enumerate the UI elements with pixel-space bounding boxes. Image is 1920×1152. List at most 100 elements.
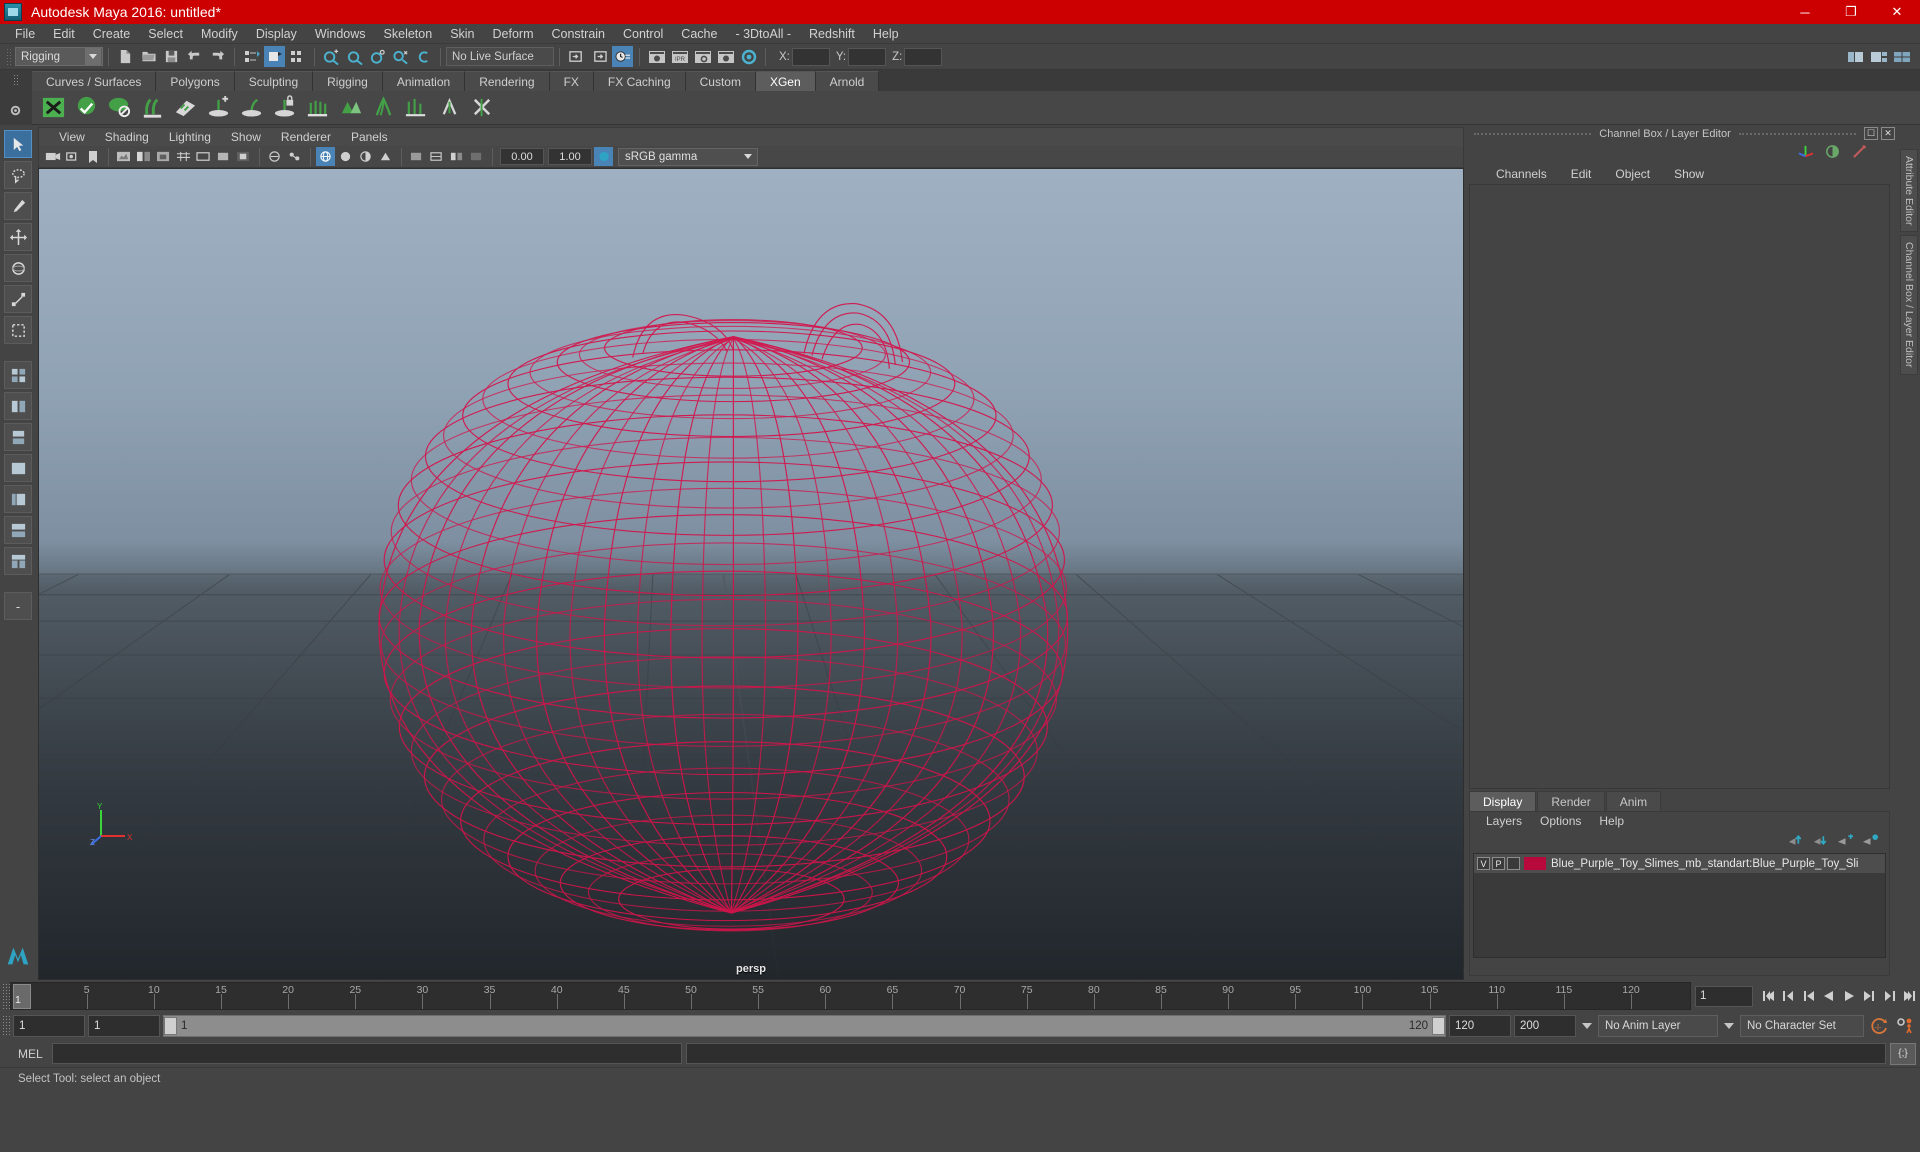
shelf-tab-fx-caching[interactable]: FX Caching xyxy=(593,71,686,91)
xgen-sphere-icon[interactable] xyxy=(72,93,101,122)
viewport-3d[interactable]: Y X Z persp xyxy=(38,168,1464,980)
single-perspective-icon[interactable] xyxy=(4,454,32,482)
xgen-coil-icon[interactable] xyxy=(468,93,497,122)
xgen-add-guide-icon[interactable] xyxy=(204,93,233,122)
grid-toggle-icon[interactable] xyxy=(174,147,193,166)
show-manipulator-icon[interactable] xyxy=(1845,46,1866,67)
use-all-lights-icon[interactable] xyxy=(447,147,466,166)
script-editor-icon[interactable]: {;} xyxy=(1890,1042,1916,1065)
layer-display-state-toggle[interactable] xyxy=(1507,857,1520,870)
character-set-select[interactable]: No Character Set xyxy=(1740,1015,1864,1037)
render-view-icon[interactable] xyxy=(738,46,759,67)
xgen-density-icon[interactable] xyxy=(336,93,365,122)
anim-end-field[interactable]: 200 xyxy=(1514,1015,1576,1037)
show-menu[interactable]: Show xyxy=(1662,164,1716,184)
shelf-tab-custom[interactable]: Custom xyxy=(685,71,756,91)
play-forwards-icon[interactable] xyxy=(1839,986,1858,1007)
move-layer-down-icon[interactable] xyxy=(1812,833,1829,850)
shelf-tab-curves-surfaces[interactable]: Curves / Surfaces xyxy=(32,71,157,91)
toolbox-minus-button[interactable]: - xyxy=(4,592,32,620)
auto-keyframe-icon[interactable]: -l- xyxy=(1867,1016,1891,1037)
viewport-menu-shading[interactable]: Shading xyxy=(95,128,159,147)
two-pane-stacked-icon[interactable] xyxy=(4,423,32,451)
bounding-box-icon[interactable] xyxy=(407,147,426,166)
range-end-handle[interactable] xyxy=(1432,1017,1445,1035)
save-scene-icon[interactable] xyxy=(161,46,182,67)
menu-file[interactable]: File xyxy=(6,24,44,44)
shelf-tab-rigging[interactable]: Rigging xyxy=(313,71,383,91)
animation-preferences-icon[interactable] xyxy=(1894,1016,1918,1037)
current-frame-field[interactable]: 1 xyxy=(1695,985,1753,1007)
shelf-tab-sculpting[interactable]: Sculpting xyxy=(234,71,314,91)
tab-display[interactable]: Display xyxy=(1469,791,1537,811)
smooth-shade-all-icon[interactable] xyxy=(336,147,355,166)
snap-to-grid-icon[interactable] xyxy=(321,46,342,67)
xgen-comb-icon[interactable] xyxy=(303,93,332,122)
viewport-menu-show[interactable]: Show xyxy=(221,128,271,147)
time-slider-grip[interactable] xyxy=(2,983,10,1009)
render-current-frame-icon[interactable] xyxy=(646,46,667,67)
snap-to-view-plane-icon[interactable] xyxy=(413,46,434,67)
time-slider[interactable]: 1 5 10 15 20 25 30 35 40 45 50 55 60 65 70 75 80 85 90 95 1… xyxy=(10,982,1691,1010)
shadows-icon[interactable] xyxy=(154,147,173,166)
tab-render[interactable]: Render xyxy=(1537,791,1605,811)
command-line-input[interactable] xyxy=(52,1043,682,1064)
ipr-render-icon[interactable]: IPR xyxy=(669,46,690,67)
menu-modify[interactable]: Modify xyxy=(192,24,247,44)
xgen-sculpt-guide-icon[interactable] xyxy=(237,93,266,122)
xgen-guide-place-icon[interactable] xyxy=(171,93,200,122)
select-by-object-icon[interactable] xyxy=(264,46,285,67)
statusbar-grip[interactable] xyxy=(6,47,12,66)
lasso-select-tool[interactable] xyxy=(4,161,32,189)
toggle-panels-icon[interactable] xyxy=(1868,46,1889,67)
xgen-lock-guide-icon[interactable] xyxy=(270,93,299,122)
color-management-icon[interactable] xyxy=(594,147,613,166)
four-view-layout[interactable] xyxy=(4,361,32,389)
step-back-frame-icon[interactable] xyxy=(1799,986,1818,1007)
menu-redshift[interactable]: Redshift xyxy=(800,24,864,44)
film-gate-icon[interactable] xyxy=(194,147,213,166)
play-backwards-icon[interactable] xyxy=(1819,986,1838,1007)
edit-menu[interactable]: Edit xyxy=(1559,164,1604,184)
range-end-field[interactable]: 120 xyxy=(1449,1015,1511,1037)
shelf-tab-arnold[interactable]: Arnold xyxy=(815,71,880,91)
tab-anim[interactable]: Anim xyxy=(1605,791,1662,811)
outliner-persp-layout-icon[interactable] xyxy=(4,485,32,513)
textured-icon[interactable] xyxy=(427,147,446,166)
xgen-grooming-icon[interactable] xyxy=(138,93,167,122)
command-line-output[interactable] xyxy=(686,1043,1886,1064)
coord-z-input[interactable] xyxy=(904,47,943,66)
xgen-create-description-icon[interactable] xyxy=(39,93,68,122)
menu-deform[interactable]: Deform xyxy=(484,24,543,44)
resolution-gate-icon[interactable] xyxy=(214,147,233,166)
shelf-grip[interactable] xyxy=(13,74,19,86)
viewport-menu-lighting[interactable]: Lighting xyxy=(159,128,221,147)
select-by-component-icon[interactable] xyxy=(287,46,308,67)
layer-list[interactable]: V P Blue_Purple_Toy_Slimes_mb_standart:B… xyxy=(1473,853,1886,958)
smooth-shade-selected-icon[interactable] xyxy=(356,147,375,166)
gamma-value[interactable]: 1.00 xyxy=(548,148,592,165)
xgen-noise-icon[interactable] xyxy=(402,93,431,122)
history-icon[interactable] xyxy=(612,46,633,67)
anim-start-field[interactable]: 1 xyxy=(13,1015,85,1037)
chevron-down-icon[interactable] xyxy=(85,48,101,65)
range-start-field[interactable]: 1 xyxy=(88,1015,160,1037)
go-to-start-icon[interactable] xyxy=(1759,986,1778,1007)
show-hide-attribute-icon[interactable] xyxy=(589,46,610,67)
new-layer-from-selected-icon[interactable] xyxy=(1862,833,1879,850)
show-hide-editor-icon[interactable] xyxy=(566,46,587,67)
menu-display[interactable]: Display xyxy=(247,24,306,44)
step-forward-frame-icon[interactable] xyxy=(1859,986,1878,1007)
color-management-select[interactable]: sRGB gamma xyxy=(618,147,758,166)
layer-list-item[interactable]: V P Blue_Purple_Toy_Slimes_mb_standart:B… xyxy=(1474,854,1885,873)
step-back-key-icon[interactable] xyxy=(1779,986,1798,1007)
new-scene-icon[interactable] xyxy=(115,46,136,67)
viewport-menu-renderer[interactable]: Renderer xyxy=(271,128,341,147)
select-camera-icon[interactable] xyxy=(43,147,62,166)
channel-box-body[interactable] xyxy=(1469,184,1890,789)
menu-control[interactable]: Control xyxy=(614,24,672,44)
xray-joints-icon[interactable] xyxy=(285,147,304,166)
select-by-hierarchy-icon[interactable] xyxy=(241,46,262,67)
close-button[interactable]: ✕ xyxy=(1874,0,1920,24)
two-pane-side-icon[interactable] xyxy=(4,392,32,420)
